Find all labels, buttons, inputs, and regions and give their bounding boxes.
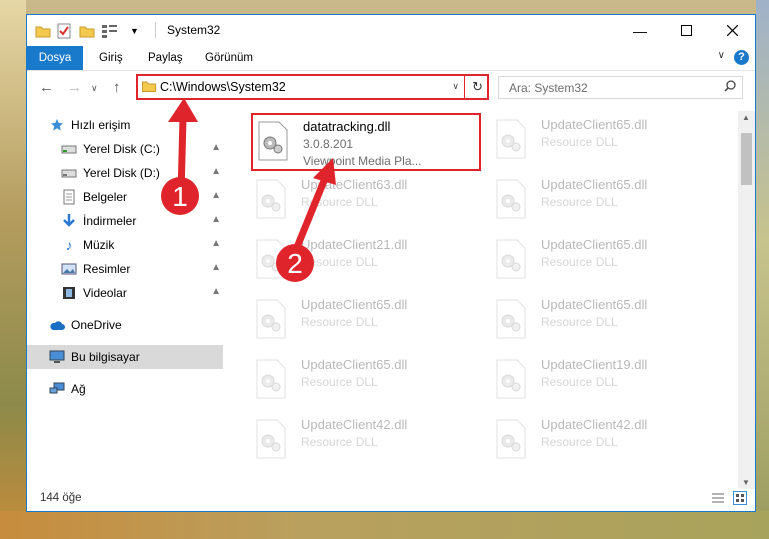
step1-arrowhead: [168, 98, 198, 122]
step2-number: 2: [287, 248, 303, 279]
step1-number: 1: [172, 181, 188, 212]
step-annotations: 1 2: [161, 98, 336, 282]
step2-arrowhead: [313, 158, 336, 185]
